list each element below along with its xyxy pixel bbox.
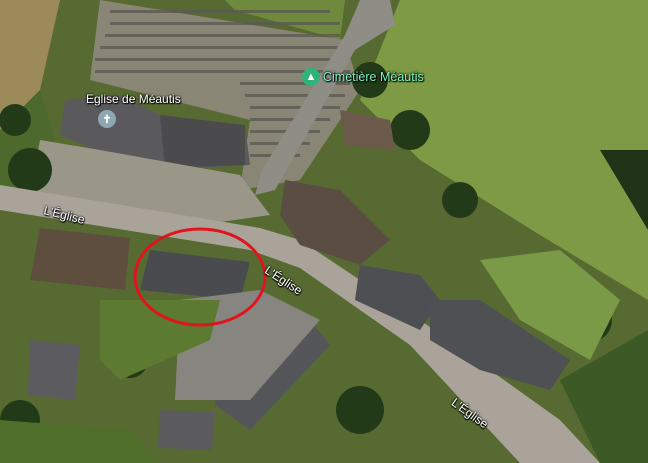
tree-icon[interactable]: ▲ (302, 68, 320, 86)
church-label[interactable]: Eglise de Méautis (86, 92, 181, 106)
cross-icon[interactable]: ✝ (98, 110, 116, 128)
satellite-map[interactable]: Eglise de Méautis ✝ ▲ Cimetière Méautis … (0, 0, 648, 463)
cemetery-label[interactable]: Cimetière Méautis (323, 70, 424, 84)
